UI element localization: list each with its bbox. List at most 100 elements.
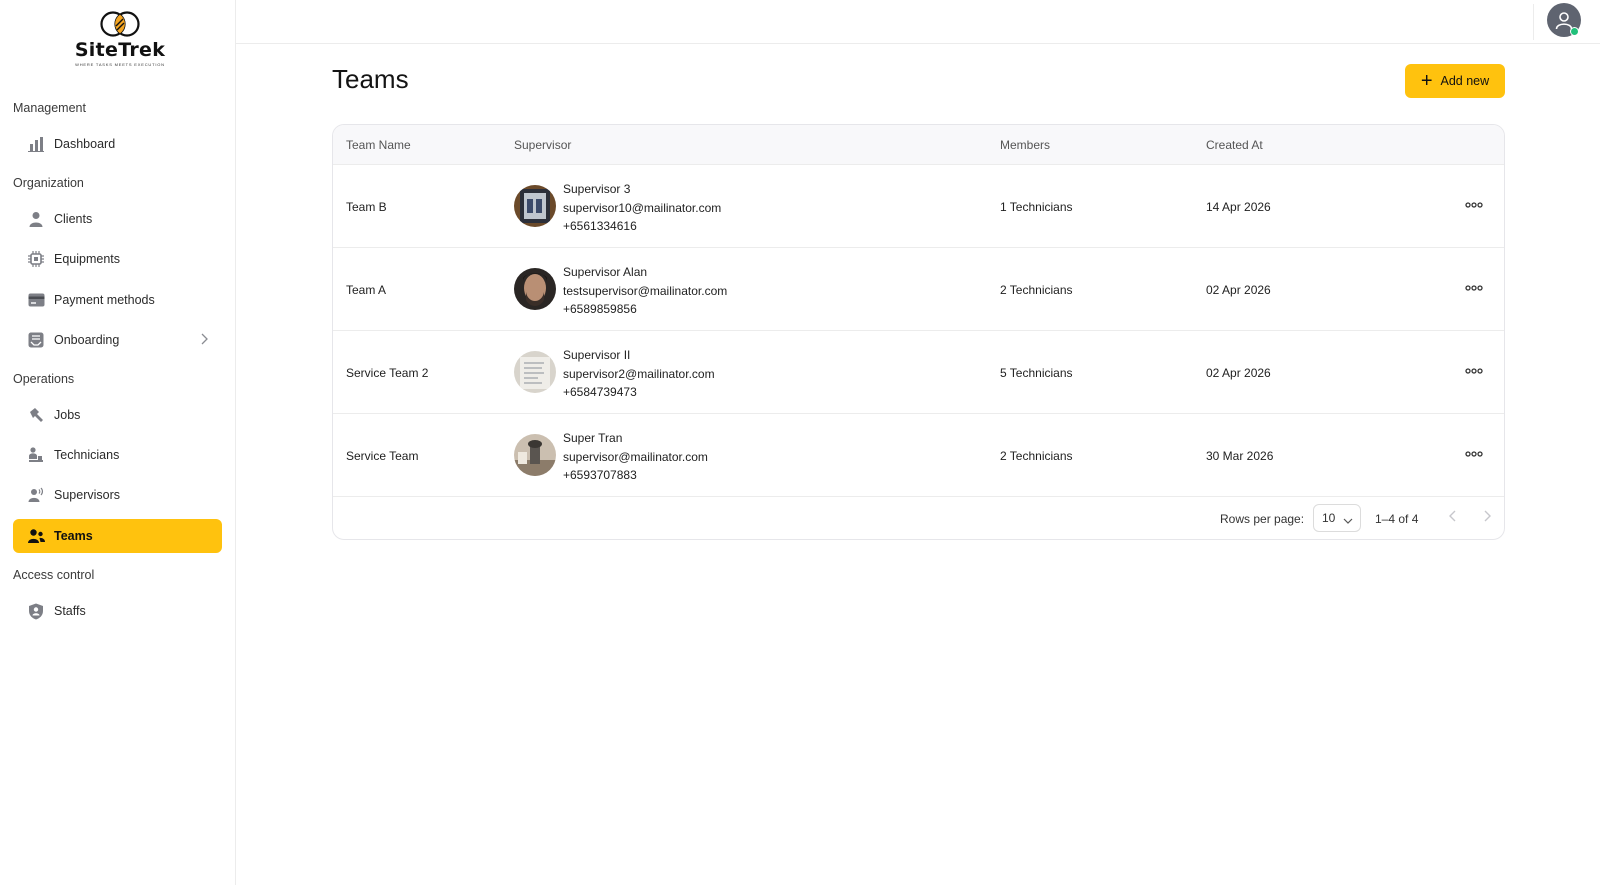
sidebar-item-staffs[interactable]: Staffs [13, 594, 222, 628]
sidebar-item-label: Jobs [54, 408, 81, 422]
chevron-right-icon[interactable] [200, 333, 208, 348]
column-header-members[interactable]: Members [1000, 138, 1050, 152]
table-header: Team Name Supervisor Members Created At [333, 125, 1504, 165]
sidebar-item-label: Equipments [54, 252, 121, 266]
hammer-icon [27, 406, 45, 424]
supervisor-avatar [514, 185, 556, 227]
members-count: 2 Technicians [1000, 283, 1073, 297]
inbox-icon [27, 331, 45, 349]
team-icon [27, 527, 45, 545]
top-bar [236, 0, 1600, 44]
more-options-icon[interactable] [1463, 363, 1485, 379]
supervisor-email: supervisor@mailinator.com [563, 449, 708, 464]
sidebar-item-label: Supervisors [54, 488, 120, 502]
person-icon [27, 210, 45, 228]
sidebar-item-jobs[interactable]: Jobs [13, 398, 222, 432]
sidebar-item-payment-methods[interactable]: Payment methods [13, 283, 222, 317]
sidebar-item-supervisors[interactable]: Supervisors [13, 478, 222, 512]
supervisor-info: Supervisor II supervisor2@mailinator.com… [563, 346, 715, 402]
add-new-button[interactable]: + Add new [1405, 64, 1505, 98]
rows-per-page-label: Rows per page: [1220, 512, 1305, 526]
sidebar-item-onboarding[interactable]: Onboarding [13, 323, 222, 357]
column-header-created-at[interactable]: Created At [1206, 138, 1263, 152]
card-icon [27, 291, 45, 309]
section-management: Management [13, 101, 86, 115]
column-header-team-name[interactable]: Team Name [346, 138, 411, 152]
supervisor-name: Super Tran [563, 431, 623, 445]
supervisor-info: Supervisor Alan testsupervisor@mailinato… [563, 263, 727, 319]
team-name: Team A [346, 283, 387, 297]
brand-tagline: WHERE TASKS MEETS EXECUTION [75, 62, 165, 67]
logo-rings-icon [100, 11, 140, 37]
chip-icon [27, 250, 45, 268]
supervisor-email: supervisor10@mailinator.com [563, 200, 722, 215]
section-operations: Operations [13, 372, 75, 386]
supervisor-name: Supervisor Alan [563, 265, 648, 279]
supervisor-phone: +6593707883 [563, 468, 637, 482]
sidebar-item-dashboard[interactable]: Dashboard [13, 127, 222, 161]
table-row[interactable]: Team B Supervisor 3 supervisor10@mailina… [333, 165, 1504, 248]
sidebar-item-label: Payment methods [54, 293, 155, 307]
supervisor-email: supervisor2@mailinator.com [563, 366, 715, 381]
chevron-down-icon [1343, 514, 1353, 528]
members-count: 5 Technicians [1000, 366, 1073, 380]
sidebar-item-label: Clients [54, 212, 93, 226]
sitetrek-logo[interactable]: SiteTrek WHERE TASKS MEETS EXECUTION [60, 10, 180, 72]
topbar-divider [1533, 4, 1534, 40]
column-header-supervisor[interactable]: Supervisor [514, 138, 571, 152]
members-count: 2 Technicians [1000, 449, 1073, 463]
section-organization: Organization [13, 176, 84, 190]
more-options-icon[interactable] [1463, 280, 1485, 296]
shield-user-icon [27, 602, 45, 620]
teams-table: Team Name Supervisor Members Created At … [332, 124, 1505, 540]
team-name: Service Team [346, 449, 419, 463]
supervisor-name: Supervisor 3 [563, 182, 631, 196]
table-row[interactable]: Service Team Super Tran supervisor@maili… [333, 414, 1504, 497]
created-date: 14 Apr 2026 [1206, 200, 1271, 214]
section-access-control: Access control [13, 568, 95, 582]
supervisor-avatar [514, 434, 556, 476]
supervisor-phone: +6561334616 [563, 219, 637, 233]
sidebar-item-label: Onboarding [54, 333, 120, 347]
plus-icon: + [1420, 70, 1433, 92]
supervisor-avatar [514, 351, 556, 393]
table-row[interactable]: Team A Supervisor Alan testsupervisor@ma… [333, 248, 1504, 331]
next-page-icon[interactable] [1482, 509, 1492, 526]
bar-chart-icon [27, 135, 45, 153]
created-date: 02 Apr 2026 [1206, 283, 1271, 297]
supervisor-phone: +6589859856 [563, 302, 637, 316]
previous-page-icon[interactable] [1448, 509, 1458, 526]
sidebar-item-label: Staffs [54, 604, 86, 618]
supervisor-icon [27, 486, 45, 504]
sidebar-item-clients[interactable]: Clients [13, 202, 222, 236]
supervisor-info: Supervisor 3 supervisor10@mailinator.com… [563, 180, 721, 236]
more-options-icon[interactable] [1463, 197, 1485, 213]
pagination-range: 1–4 of 4 [1375, 512, 1419, 526]
supervisor-name: Supervisor II [563, 348, 631, 362]
sidebar-item-label: Teams [54, 529, 93, 543]
supervisor-avatar [514, 268, 556, 310]
created-date: 30 Mar 2026 [1206, 449, 1274, 463]
team-name: Service Team 2 [346, 366, 429, 380]
supervisor-email: testsupervisor@mailinator.com [563, 283, 728, 298]
members-count: 1 Technicians [1000, 200, 1073, 214]
created-date: 02 Apr 2026 [1206, 366, 1271, 380]
sidebar-item-label: Technicians [54, 448, 120, 462]
page-title: Teams [332, 64, 409, 94]
more-options-icon[interactable] [1463, 446, 1485, 462]
table-row[interactable]: Service Team 2 Supervisor II supervisor2… [333, 331, 1504, 414]
sidebar-item-equipments[interactable]: Equipments [13, 242, 222, 276]
sidebar-item-teams[interactable]: Teams [13, 519, 222, 553]
add-new-label: Add new [1440, 74, 1490, 88]
brand-name: SiteTrek [74, 39, 166, 61]
sidebar-item-technicians[interactable]: Technicians [13, 438, 222, 472]
sidebar-item-label: Dashboard [54, 137, 116, 151]
rows-per-page-value: 10 [1322, 511, 1336, 525]
pagination-footer: Rows per page: 10 1–4 of 4 [333, 497, 1504, 539]
online-status-indicator [1570, 27, 1579, 36]
sidebar: SiteTrek WHERE TASKS MEETS EXECUTION Man… [0, 0, 236, 885]
supervisor-info: Super Tran supervisor@mailinator.com +65… [563, 429, 708, 485]
rows-per-page-select[interactable]: 10 [1313, 504, 1361, 532]
supervisor-phone: +6584739473 [563, 385, 637, 399]
technician-icon [27, 446, 45, 464]
